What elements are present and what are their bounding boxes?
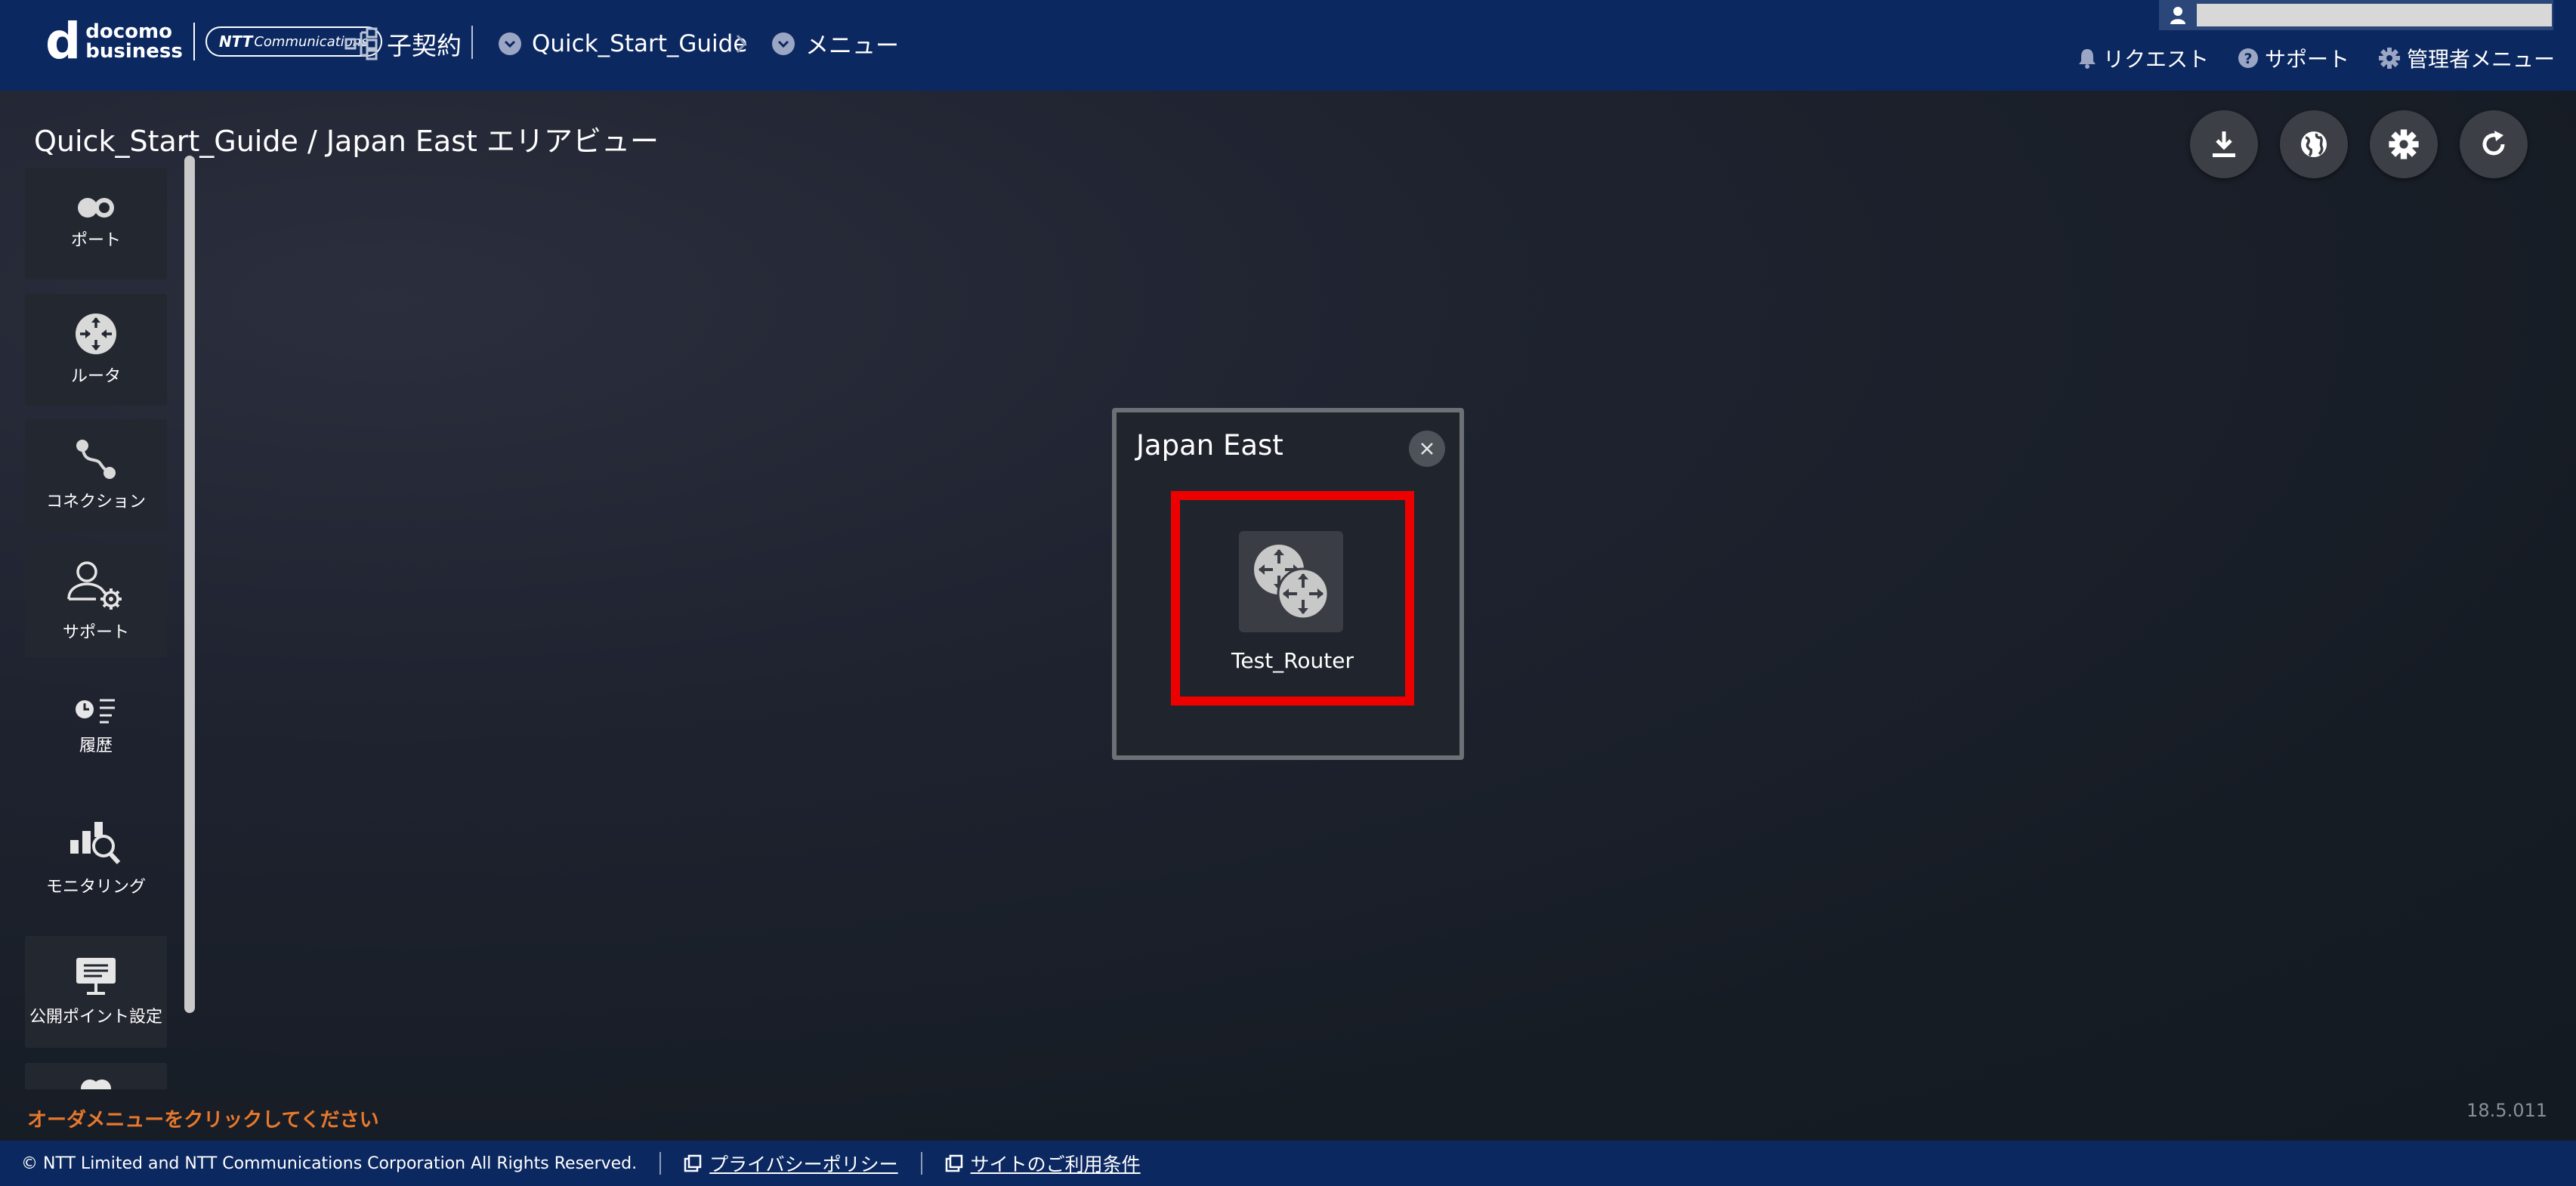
area-view-canvas[interactable]: Quick_Start_Guide / Japan East エリアビュー ポー… <box>0 91 2576 1141</box>
external-link-icon <box>684 1154 702 1172</box>
sidebar-item-more[interactable] <box>25 1063 167 1089</box>
logo-wordmark: docomo business <box>85 22 183 61</box>
bell-icon <box>2078 49 2096 69</box>
sidebar-item-history[interactable]: 履歴 <box>25 671 167 783</box>
global-view-button[interactable] <box>2280 110 2348 178</box>
sidebar-item-label: ルータ <box>70 367 121 386</box>
order-menu-sidebar: ポート ルータ コネクション サポート 履歴 モニタリング 公開ポイント設定 <box>25 168 168 1089</box>
user-account-box[interactable] <box>2159 0 2553 30</box>
sidebar-scroll-thumb[interactable] <box>184 156 195 1013</box>
admin-menu-link-label: 管理者メニュー <box>2406 47 2555 72</box>
request-link[interactable]: リクエスト <box>2077 43 2209 73</box>
sidebar-item-connection[interactable]: コネクション <box>25 419 167 531</box>
test-router-node[interactable] <box>1239 531 1343 632</box>
chevron-right-icon <box>736 34 747 53</box>
request-link-label: リクエスト <box>2102 47 2209 72</box>
breadcrumb-menu[interactable]: メニュー <box>772 0 899 87</box>
footer-divider <box>920 1152 922 1175</box>
logo-d-mark: d <box>45 12 82 70</box>
partial-icon <box>81 1079 111 1089</box>
sidebar-item-public-point[interactable]: 公開ポイント設定 <box>25 936 167 1048</box>
download-icon <box>2213 131 2235 157</box>
svg-text:?: ? <box>2244 51 2252 67</box>
breadcrumb-separator <box>734 0 748 87</box>
privacy-policy-link[interactable]: プライバシーポリシー <box>684 1150 898 1177</box>
sidebar-item-label: コネクション <box>45 493 146 511</box>
copyright-text: © NTT Limited and NTT Communications Cor… <box>21 1154 638 1173</box>
sidebar-item-label: サポート <box>62 623 129 642</box>
router-highlight-box: Test_Router <box>1171 491 1414 706</box>
header-divider <box>471 26 473 59</box>
logo-divider <box>193 23 195 60</box>
support-link[interactable]: ? サポート <box>2238 43 2349 73</box>
top-action-buttons <box>2190 110 2528 178</box>
globe-icon <box>2301 131 2327 157</box>
settings-button[interactable] <box>2370 110 2438 178</box>
utility-links: リクエスト ? サポート 管理者メニュー <box>2077 42 2555 74</box>
terms-of-use-link[interactable]: サイトのご利用条件 <box>945 1150 1141 1177</box>
refresh-icon <box>2482 131 2505 156</box>
terms-of-use-label: サイトのご利用条件 <box>970 1154 1141 1175</box>
footer-divider <box>659 1152 662 1175</box>
gear-icon <box>2378 48 2400 69</box>
breadcrumb-menu-label: メニュー <box>805 32 899 60</box>
breadcrumb-guide-label: Quick_Start_Guide <box>532 29 748 57</box>
external-link-icon <box>945 1154 962 1172</box>
chevron-down-icon <box>499 32 521 55</box>
connection-icon <box>76 440 116 479</box>
version-label: 18.5.011 <box>2466 1100 2547 1121</box>
public-point-icon <box>76 958 116 995</box>
router-pair-icon <box>1254 545 1330 620</box>
docomo-business-logo[interactable]: d docomo business NTT Communications <box>45 15 382 68</box>
logo-line1: docomo <box>85 20 172 43</box>
top-header: d docomo business NTT Communications 子契約… <box>0 0 2576 91</box>
sidebar-scrollbar[interactable] <box>184 156 195 1109</box>
gear-icon <box>2389 129 2419 159</box>
breadcrumb-contract[interactable]: 子契約 <box>344 0 462 87</box>
close-icon <box>1421 443 1433 455</box>
sidebar-item-port[interactable]: ポート <box>25 168 167 280</box>
breadcrumb-quick-start-guide[interactable]: Quick_Start_Guide <box>499 0 747 87</box>
sidebar-item-label: ポート <box>70 231 121 250</box>
monitoring-icon <box>70 822 121 865</box>
refresh-button[interactable] <box>2460 110 2528 178</box>
sidebar-item-label: 履歴 <box>79 737 113 755</box>
order-menu-hint: オーダメニューをクリックしてください <box>27 1109 379 1132</box>
logo-line2: business <box>85 40 183 63</box>
download-button[interactable] <box>2190 110 2258 178</box>
sidebar-item-monitoring[interactable]: モニタリング <box>25 796 167 922</box>
support-link-label: サポート <box>2264 47 2349 72</box>
page-title: Quick_Start_Guide / Japan East エリアビュー <box>34 125 659 158</box>
history-icon <box>76 699 115 724</box>
router-name-label[interactable]: Test_Router <box>1180 648 1405 673</box>
breadcrumb-contract-label: 子契約 <box>387 30 462 60</box>
port-icon <box>78 198 114 218</box>
hierarchy-icon <box>344 27 378 60</box>
footer: © NTT Limited and NTT Communications Cor… <box>0 1141 2576 1186</box>
support-user-icon <box>67 561 122 610</box>
sidebar-item-support[interactable]: サポート <box>25 545 167 657</box>
admin-menu-link[interactable]: 管理者メニュー <box>2378 43 2555 73</box>
sidebar-item-label: 公開ポイント設定 <box>29 1008 162 1027</box>
close-button[interactable] <box>1409 431 1445 467</box>
user-icon <box>2170 7 2185 24</box>
question-icon: ? <box>2238 48 2258 68</box>
area-popup-japan-east: Japan East Test_Router <box>1112 408 1464 760</box>
router-icon <box>76 313 116 354</box>
ntt-brand: NTT <box>218 32 253 51</box>
sidebar-item-router[interactable]: ルータ <box>25 294 167 406</box>
sidebar-item-label: モニタリング <box>45 878 146 897</box>
privacy-policy-label: プライバシーポリシー <box>709 1154 898 1175</box>
chevron-down-icon <box>772 32 795 55</box>
area-title: Japan East <box>1136 429 1283 462</box>
user-name-field <box>2197 4 2552 26</box>
